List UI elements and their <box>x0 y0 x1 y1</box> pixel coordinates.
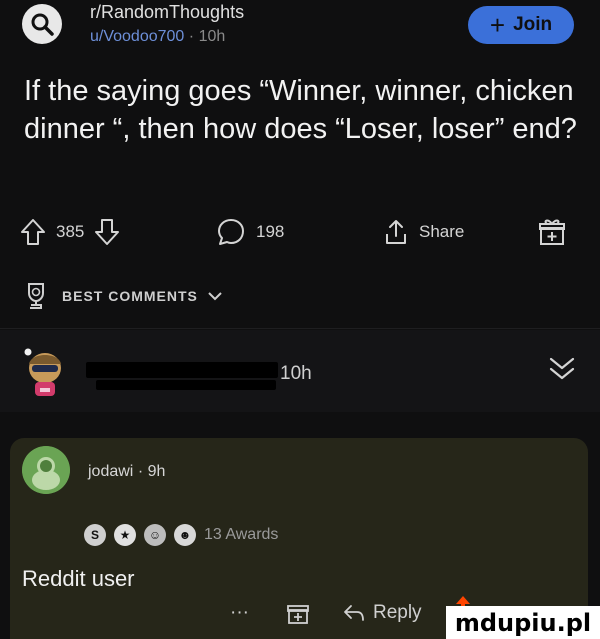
laugh-award-icon: ☻ <box>174 524 196 546</box>
subreddit-name[interactable]: r/RandomThoughts <box>90 2 244 23</box>
comment-count: 198 <box>256 222 285 241</box>
comment-age: 10h <box>280 363 312 384</box>
join-label: Join <box>513 14 553 35</box>
post-age: 10h <box>198 28 226 45</box>
separator-band <box>0 412 600 438</box>
redacted-bar <box>96 380 276 390</box>
meta-separator: · <box>137 463 144 480</box>
share-button[interactable]: Share <box>383 212 464 252</box>
wholesome-award-icon: ☺ <box>144 524 166 546</box>
plus-icon: + <box>489 10 506 40</box>
reply-author[interactable]: jodawi <box>88 463 133 480</box>
post-meta: u/Voodoo700 · 10h <box>90 28 225 46</box>
divider <box>0 328 600 329</box>
watermark-logo: mdupiu.pl <box>446 606 600 639</box>
join-button[interactable]: + Join <box>468 6 574 44</box>
reply-arrow-icon <box>343 604 365 622</box>
awards-count: 13 Awards <box>204 526 279 543</box>
reply-label: Reply <box>372 602 422 623</box>
gift-icon[interactable] <box>287 601 309 625</box>
reply-action-bar: ··· Reply <box>230 598 422 628</box>
upvote-count: 385 <box>56 222 85 241</box>
helpful-award-icon: ★ <box>114 524 136 546</box>
upvote-icon[interactable] <box>20 218 46 246</box>
avatar[interactable] <box>22 446 70 494</box>
comment-sort-dropdown[interactable]: BEST COMMENTS <box>20 280 222 312</box>
post-title: If the saying goes “Winner, winner, chic… <box>24 75 577 145</box>
chevron-down-icon <box>208 291 222 301</box>
downvote-icon[interactable] <box>94 218 120 246</box>
search-icon <box>31 13 54 36</box>
vote-group: 385 <box>20 212 120 252</box>
more-options-button[interactable]: ··· <box>230 602 249 624</box>
sort-label: BEST COMMENTS <box>62 288 198 304</box>
share-icon <box>383 218 409 246</box>
comment-icon <box>216 217 246 247</box>
trophy-icon <box>20 280 52 312</box>
reply-meta: jodawi · 9h <box>88 463 165 481</box>
expand-chevron-icon[interactable] <box>548 354 576 384</box>
awards-row[interactable]: S ★ ☺ ☻ 13 Awards <box>84 524 278 546</box>
subreddit-avatar[interactable] <box>22 4 62 44</box>
post-author[interactable]: u/Voodoo700 <box>90 28 184 45</box>
meta-separator: · <box>188 28 195 45</box>
reply-age: 9h <box>147 463 166 480</box>
award-button[interactable] <box>538 212 566 252</box>
redacted-username <box>86 362 278 378</box>
comments-button[interactable]: 198 <box>216 212 284 252</box>
avatar[interactable] <box>22 348 68 400</box>
share-label: Share <box>419 222 465 241</box>
gift-icon <box>538 217 566 247</box>
post-action-bar: 385 198 Share <box>18 212 588 252</box>
silver-award-icon: S <box>84 524 106 546</box>
reply-button[interactable]: Reply <box>343 602 422 624</box>
reply-body: Reddit user <box>22 566 135 591</box>
